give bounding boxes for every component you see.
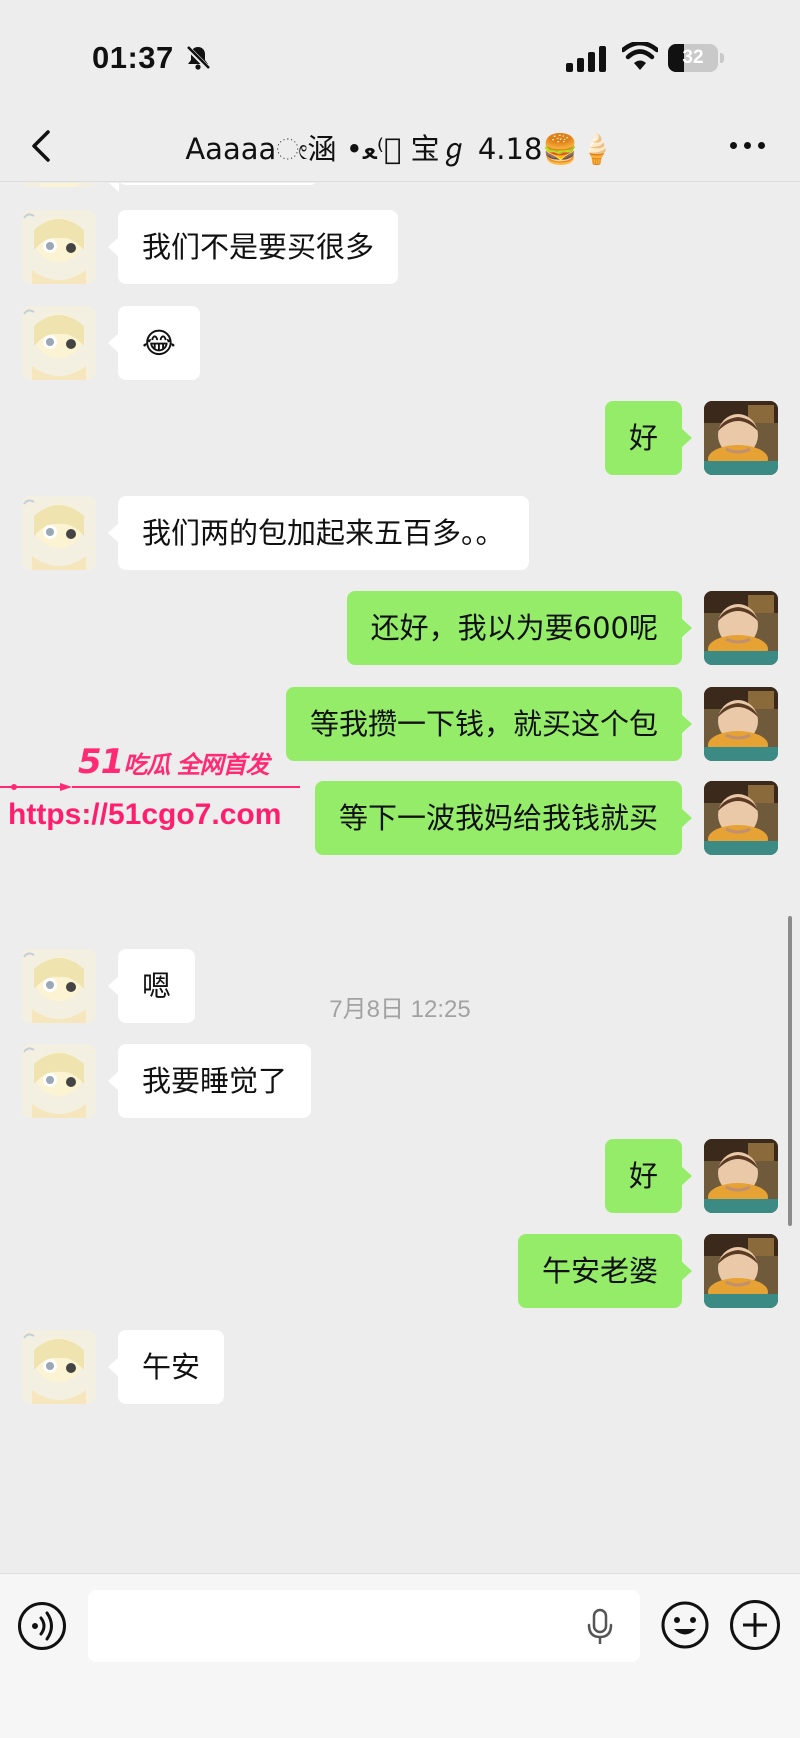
my-avatar[interactable]	[704, 1234, 778, 1308]
my-avatar[interactable]	[704, 1139, 778, 1213]
wifi-icon	[622, 42, 658, 70]
add-icon[interactable]	[730, 1600, 780, 1650]
watermark-url: https://51cgo7.com	[8, 798, 282, 831]
received-message-bubble[interactable]: 😂	[108, 306, 200, 380]
contact-avatar[interactable]	[22, 1330, 96, 1404]
watermark: 51吃瓜 全网首发 https://51cgo7.com	[0, 742, 310, 842]
sent-message-bubble[interactable]: 好	[604, 1139, 693, 1213]
contact-avatar[interactable]	[22, 183, 96, 187]
my-avatar[interactable]	[704, 781, 778, 855]
input-bar	[0, 1573, 800, 1738]
contact-avatar[interactable]	[22, 306, 96, 380]
more-icon[interactable]	[726, 134, 770, 158]
scrollbar[interactable]	[788, 916, 792, 1226]
contact-avatar[interactable]	[22, 496, 96, 570]
contact-avatar[interactable]	[22, 210, 96, 284]
chat-title: Aaaaaೕ涵 •ﻌ⁽ ⃕宝ℊ 4.18🍔🍦	[185, 132, 615, 166]
battery-icon: 32	[668, 44, 724, 72]
my-avatar[interactable]	[704, 591, 778, 665]
emoji-icon[interactable]	[660, 1600, 710, 1650]
received-message-bubble[interactable]: 我们不是要买很多	[107, 210, 399, 284]
received-message-bubble[interactable]: 午安	[107, 1330, 225, 1404]
chevron-left-icon[interactable]	[24, 124, 64, 168]
chat-header: Aaaaaೕ涵 •ﻌ⁽ ⃕宝ℊ 4.18🍔🍦	[0, 110, 800, 182]
chat-message-list[interactable]: 我们不是要买很多 😂 好我们两的包加起来五百多。。 还好，我以为要600呢 等我攒一下钱…	[0, 183, 800, 1573]
status-bar: 01:37 32	[0, 0, 800, 110]
sent-message-bubble[interactable]: 等下一波我妈给我钱就买	[314, 781, 693, 855]
contact-avatar[interactable]	[22, 1044, 96, 1118]
sent-message-bubble[interactable]: 好	[604, 401, 693, 475]
cellular-signal-icon	[566, 46, 606, 72]
bell-slash-icon	[185, 45, 211, 71]
status-time: 01:37	[92, 40, 174, 75]
message-input[interactable]	[88, 1590, 640, 1662]
my-avatar[interactable]	[704, 401, 778, 475]
battery-percentage: 32	[682, 47, 704, 68]
message-timestamp: 7月8日 12:25	[329, 996, 471, 1023]
watermark-line-decoration	[0, 783, 300, 791]
my-avatar[interactable]	[704, 687, 778, 761]
received-message-bubble[interactable]: 我们两的包加起来五百多。。	[108, 496, 529, 570]
watermark-title: 51吃瓜 全网首发	[78, 742, 270, 782]
message-bubble-partial[interactable]	[108, 183, 318, 192]
sent-message-bubble[interactable]: 午安老婆	[517, 1234, 693, 1308]
sent-message-bubble[interactable]: 还好，我以为要600呢	[346, 591, 693, 665]
received-message-bubble[interactable]: 我要睡觉了	[107, 1044, 312, 1118]
sent-message-bubble[interactable]: 等我攒一下钱，就买这个包	[285, 687, 693, 761]
microphone-icon[interactable]	[584, 1608, 616, 1646]
voice-icon[interactable]	[18, 1602, 66, 1650]
